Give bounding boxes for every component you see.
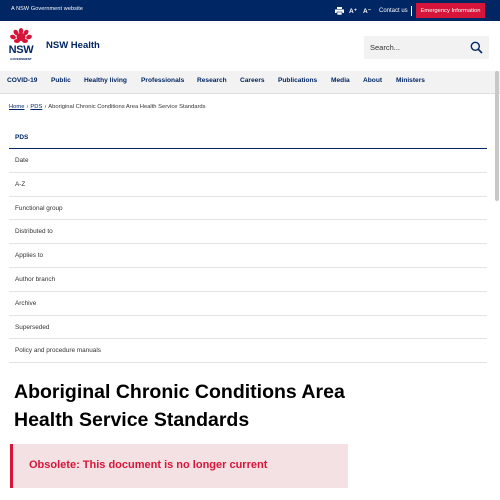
print-icon[interactable] (335, 3, 344, 18)
nav-item-public[interactable]: Public (51, 77, 71, 84)
breadcrumb-current: Aboriginal Chronic Conditions Area Healt… (48, 104, 206, 110)
main-navigation: COVID-19 Public Healthy living Professio… (0, 71, 500, 94)
contact-us-link[interactable]: Contact us (379, 3, 408, 18)
pds-menu-item-applies-to[interactable]: Applies to (9, 244, 487, 268)
breadcrumb-home-link[interactable]: Home (9, 104, 24, 110)
search-icon[interactable] (470, 41, 483, 54)
pds-menu-item-superseded[interactable]: Superseded (9, 316, 487, 340)
nav-item-healthy-living[interactable]: Healthy living (84, 77, 127, 84)
search-box (364, 36, 489, 59)
pds-menu-item-functional-group[interactable]: Functional group (9, 197, 487, 221)
pds-menu-heading[interactable]: PDS (9, 126, 487, 149)
nav-item-careers[interactable]: Careers (240, 77, 265, 84)
search-input[interactable] (370, 41, 465, 54)
site-name[interactable]: NSW Health (46, 40, 100, 51)
pds-menu: PDS Date A-Z Functional group Distribute… (9, 126, 487, 364)
nav-item-publications[interactable]: Publications (278, 77, 317, 84)
emergency-information-button[interactable]: Emergency Information (416, 3, 485, 18)
pds-menu-item-archive[interactable]: Archive (9, 292, 487, 316)
page-title: Aboriginal Chronic Conditions Area Healt… (14, 381, 345, 431)
nav-item-covid-19[interactable]: COVID-19 (7, 77, 37, 84)
nav-item-research[interactable]: Research (197, 77, 227, 84)
nav-item-media[interactable]: Media (331, 77, 350, 84)
decrease-font-button[interactable]: A⁻ (363, 3, 371, 18)
pds-menu-item-author-branch[interactable]: Author branch (9, 268, 487, 292)
pds-menu-item-distributed-to[interactable]: Distributed to (9, 220, 487, 245)
government-website-label: A NSW Government website (11, 6, 84, 12)
alert-message: Obsolete: This document is no longer cur… (29, 459, 268, 471)
logo-wordmark: NSW (8, 44, 34, 56)
pds-menu-item-policy-manuals[interactable]: Policy and procedure manuals (9, 339, 487, 364)
logo-subtext: GOVERNMENT (10, 57, 32, 61)
nav-item-about[interactable]: About (363, 77, 382, 84)
breadcrumb: Home › PDS › Aboriginal Chronic Conditions A… (9, 104, 206, 110)
nav-item-professionals[interactable]: Professionals (141, 77, 184, 84)
site-header: NSW GOVERNMENT NSW Health (0, 21, 500, 71)
government-bar: A NSW Government website A⁺ A⁻ Contact u… (0, 0, 500, 21)
obsolete-alert: Obsolete: This document is no longer cur… (10, 444, 348, 488)
breadcrumb-pds-link[interactable]: PDS (30, 104, 42, 110)
increase-font-button[interactable]: A⁺ (349, 3, 357, 18)
pds-menu-item-a-z[interactable]: A-Z (9, 173, 487, 197)
nsw-government-logo[interactable]: NSW GOVERNMENT (6, 27, 36, 67)
pds-menu-item-date[interactable]: Date (9, 149, 487, 173)
chevron-right-icon: › (44, 104, 47, 110)
divider (411, 6, 412, 16)
chevron-right-icon: › (26, 104, 29, 110)
scrollbar[interactable] (495, 71, 499, 201)
nav-item-ministers[interactable]: Ministers (396, 77, 425, 84)
